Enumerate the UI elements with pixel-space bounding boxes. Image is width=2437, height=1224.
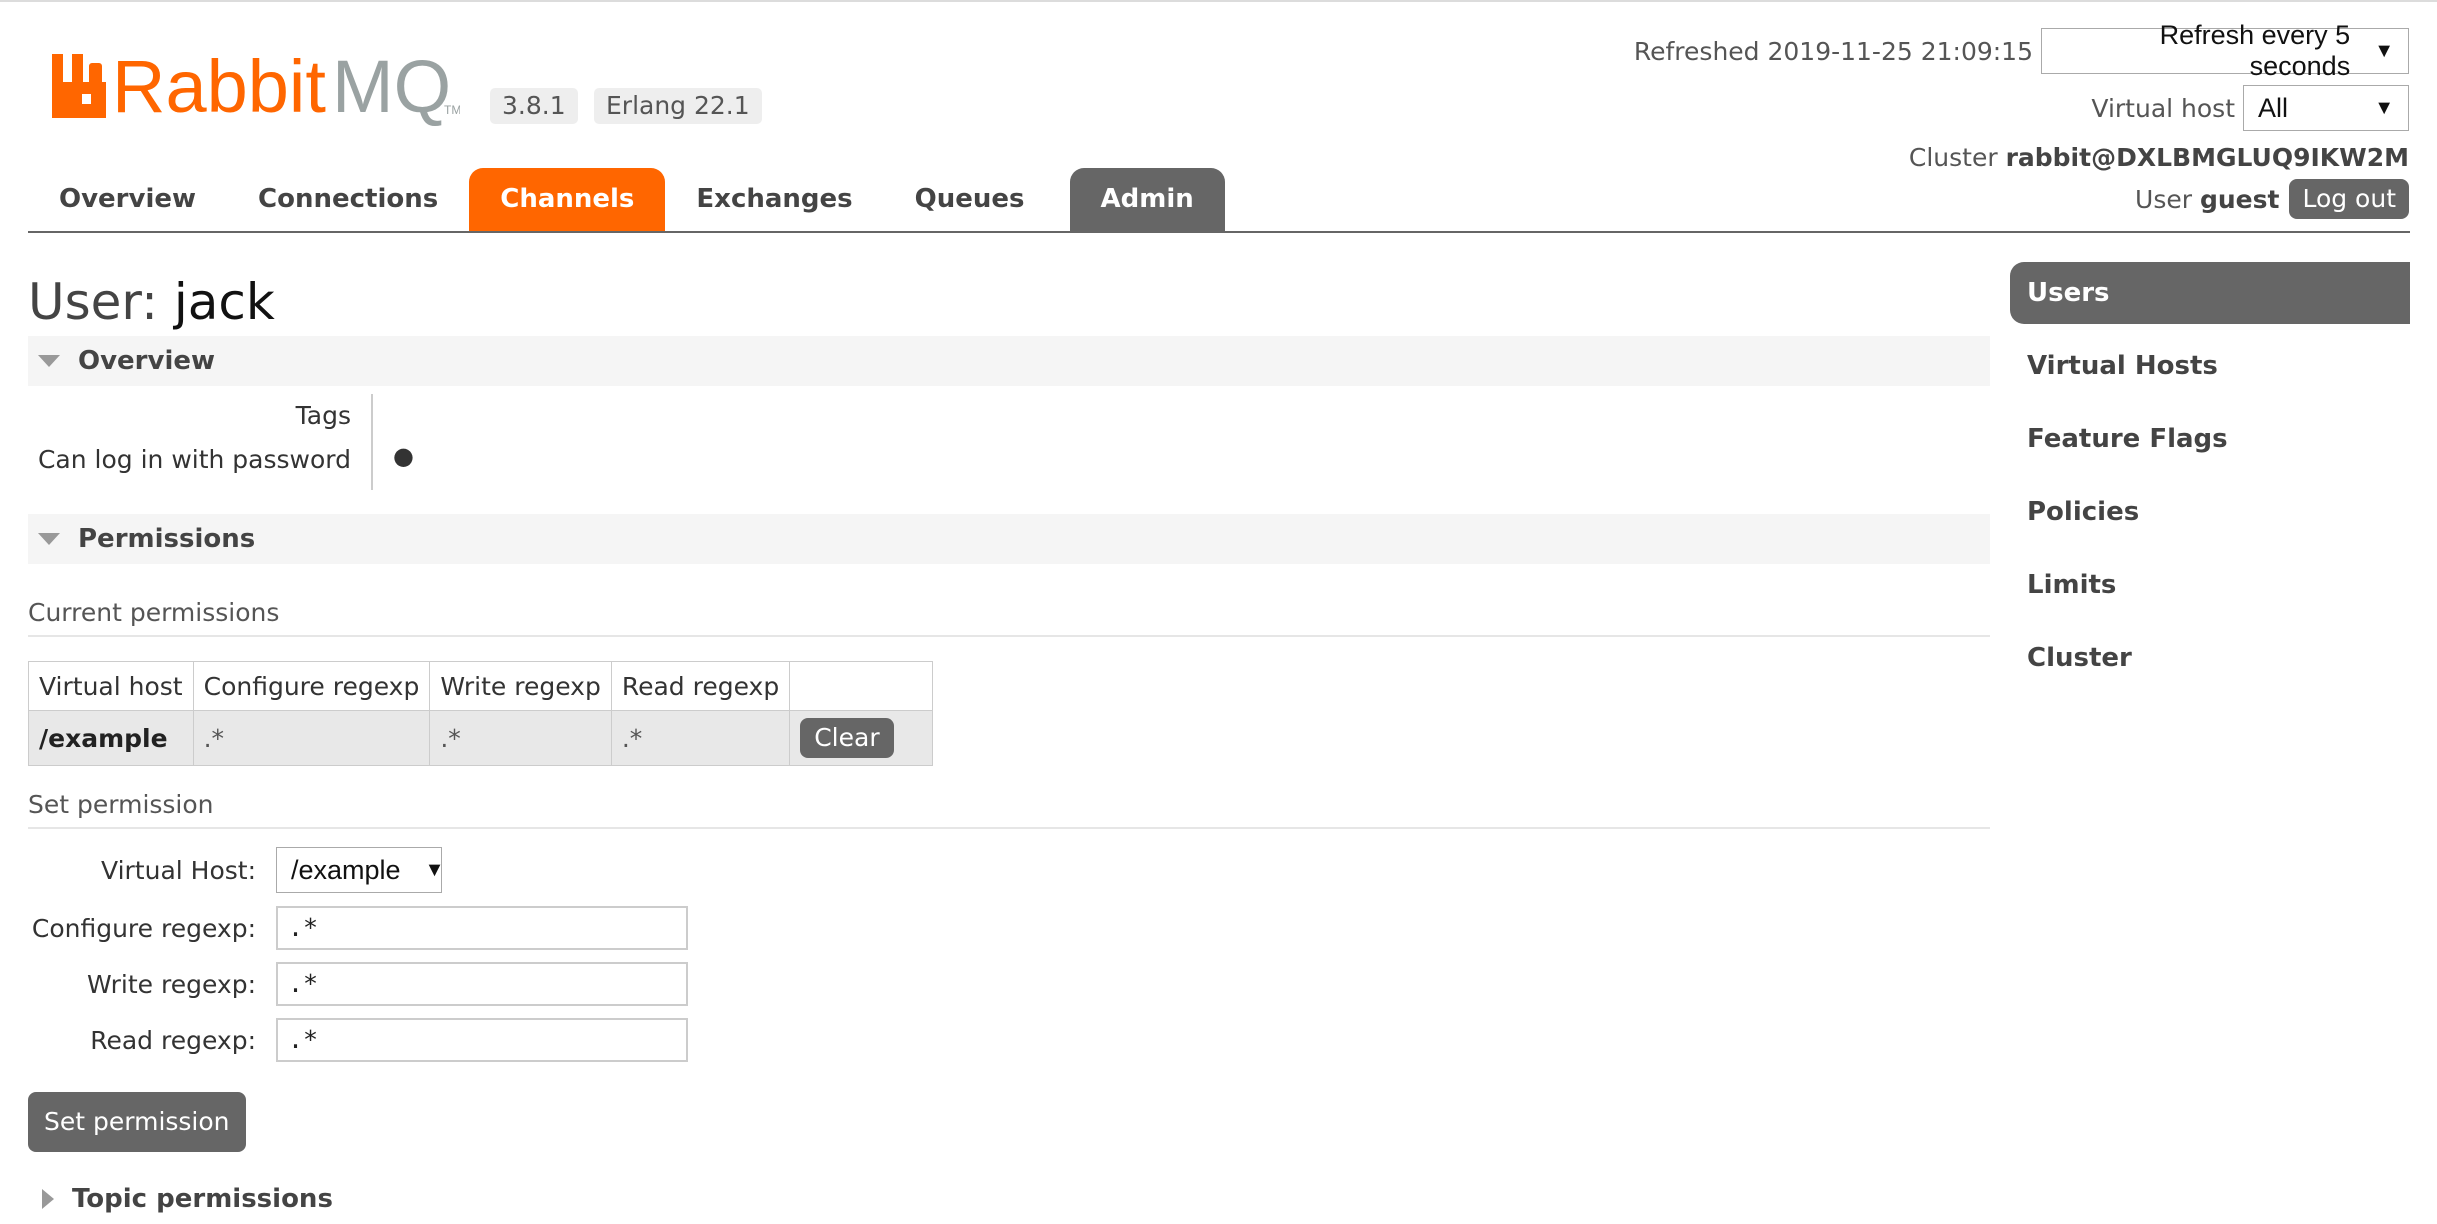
column-header: [789, 661, 934, 711]
set-permission-form: Virtual Host: /example ▼ Configure regex…: [28, 847, 1990, 1107]
table-row: /example .* .* .* Clear: [28, 710, 934, 766]
refreshed-timestamp: Refreshed 2019-11-25 21:09:15: [1633, 36, 2033, 66]
permissions-table: Virtual host Configure regexp Write rege…: [28, 661, 934, 766]
write-field-label: Write regexp:: [87, 969, 256, 999]
tags-label: Tags: [295, 401, 351, 430]
sidebar-item-cluster[interactable]: Cluster: [2010, 627, 2410, 689]
tab-channels[interactable]: Channels: [469, 168, 666, 231]
clear-permission-button[interactable]: Clear: [800, 718, 894, 758]
svg-text:TM: TM: [444, 103, 460, 117]
cluster-label: Cluster: [1908, 142, 1998, 172]
can-login-value: ●: [393, 442, 414, 470]
tab-overview[interactable]: Overview: [28, 168, 227, 231]
configure-field-label: Configure regexp:: [31, 913, 256, 943]
expand-triangle-icon: [42, 1189, 54, 1209]
set-permission-heading: Set permission: [28, 790, 1990, 829]
permission-read: .*: [610, 710, 791, 766]
sidebar-item-feature-flags[interactable]: Feature Flags: [2010, 408, 2410, 470]
vhost-field-select[interactable]: /example ▼: [276, 847, 445, 893]
admin-sidebar: Users Virtual Hosts Feature Flags Polici…: [2010, 262, 2410, 700]
main-content: User: jack Overview Tags Can log in with…: [28, 270, 1990, 1224]
current-user-name: guest: [2199, 184, 2280, 214]
refresh-interval-select[interactable]: Refresh every 5 seconds ▼: [2041, 20, 2409, 81]
top-border: [0, 0, 2437, 2]
rabbitmq-logo[interactable]: Rabbit MQ TM: [50, 42, 460, 128]
tab-queues[interactable]: Queues: [884, 168, 1056, 231]
chevron-down-icon: ▼: [2374, 39, 2394, 62]
chevron-down-icon: ▼: [424, 858, 445, 881]
table-divider: [371, 394, 373, 490]
collapse-triangle-icon: [38, 533, 60, 545]
page-title-username: jack: [173, 273, 275, 331]
read-regexp-input[interactable]: .*: [276, 1018, 688, 1062]
user-label: User: [2135, 184, 2193, 214]
main-nav-tabs: Overview Connections Channels Exchanges …: [28, 168, 1225, 231]
permissions-section-toggle[interactable]: Permissions: [28, 514, 1990, 564]
vhost-field-label: Virtual Host:: [101, 855, 256, 885]
permission-write: .*: [429, 710, 612, 766]
topic-permissions-heading: Topic permissions: [72, 1184, 333, 1214]
virtual-host-label: Virtual host: [2091, 93, 2235, 123]
virtual-host-select[interactable]: All ▼: [2243, 85, 2409, 131]
permissions-heading: Permissions: [78, 524, 256, 554]
version-badge: 3.8.1: [490, 88, 578, 124]
tab-exchanges[interactable]: Exchanges: [665, 168, 883, 231]
table-header-row: Virtual host Configure regexp Write rege…: [28, 661, 934, 711]
sidebar-item-policies[interactable]: Policies: [2010, 481, 2410, 543]
cluster-name: rabbit@DXLBMGLUQ9IKW2M: [2005, 142, 2409, 172]
collapse-triangle-icon: [38, 355, 60, 367]
tab-admin[interactable]: Admin: [1069, 168, 1225, 231]
column-header: Write regexp: [429, 661, 612, 711]
set-permission-button[interactable]: Set permission: [28, 1092, 246, 1152]
permission-action-cell: Clear: [789, 710, 934, 766]
user-overview-table: Tags Can log in with password ●: [28, 394, 1990, 490]
topic-permissions-section-toggle[interactable]: Topic permissions: [28, 1174, 1990, 1224]
page-title-prefix: User:: [28, 273, 158, 331]
read-field-label: Read regexp:: [90, 1025, 256, 1055]
column-header: Read regexp: [610, 661, 791, 711]
sidebar-item-limits[interactable]: Limits: [2010, 554, 2410, 616]
refresh-interval-value: Refresh every 5 seconds: [2159, 20, 2351, 81]
header-status: Refreshed 2019-11-25 21:09:15 Refresh ev…: [1633, 20, 2409, 221]
erlang-badge: Erlang 22.1: [594, 88, 762, 124]
write-regexp-input[interactable]: .*: [276, 962, 688, 1006]
tab-connections[interactable]: Connections: [227, 168, 469, 231]
current-permissions-heading: Current permissions: [28, 598, 1990, 637]
column-header: Virtual host: [28, 661, 194, 711]
logout-button[interactable]: Log out: [2289, 179, 2409, 219]
tab-divider: [28, 231, 2410, 233]
vhost-field-value: /example: [291, 854, 401, 885]
page-title: User: jack: [28, 270, 1990, 334]
sidebar-item-users[interactable]: Users: [2010, 262, 2410, 324]
configure-regexp-input[interactable]: .*: [276, 906, 688, 950]
permission-vhost[interactable]: /example: [28, 710, 194, 766]
sidebar-item-virtual-hosts[interactable]: Virtual Hosts: [2010, 335, 2410, 397]
chevron-down-icon: ▼: [2374, 96, 2394, 119]
column-header: Configure regexp: [192, 661, 431, 711]
logo-text-mq: MQ: [332, 45, 451, 128]
overview-heading: Overview: [78, 346, 216, 376]
can-login-label: Can log in with password: [37, 445, 351, 474]
overview-section-toggle[interactable]: Overview: [28, 336, 1990, 386]
virtual-host-value: All: [2258, 92, 2289, 123]
permission-configure: .*: [192, 710, 431, 766]
logo-text-rabbit: Rabbit: [112, 45, 326, 128]
